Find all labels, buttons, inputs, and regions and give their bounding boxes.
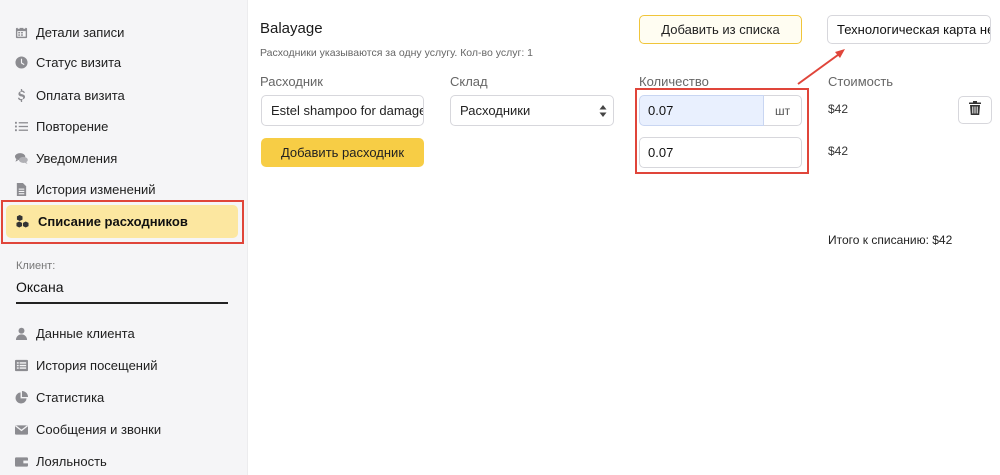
total-quantity-value[interactable] (648, 145, 801, 160)
add-from-list-button[interactable]: Добавить из списка (639, 15, 802, 44)
column-header-cost: Стоимость (828, 74, 894, 89)
document-icon (14, 182, 28, 196)
column-header-consumable: Расходник (260, 74, 323, 89)
sidebar-item-label: История посещений (36, 357, 158, 373)
column-header-warehouse: Склад (450, 74, 488, 89)
add-consumable-button[interactable]: Добавить расходник (261, 138, 424, 167)
select-arrows-icon (599, 104, 607, 118)
service-subtitle: Расходники указываются за одну услугу. К… (260, 47, 534, 59)
sidebar-item-label: Данные клиента (36, 325, 135, 341)
envelope-icon (14, 422, 28, 436)
sidebar-item-label: Повторение (36, 118, 109, 134)
row-cost: $42 (828, 102, 849, 116)
client-label: Клиент: (16, 260, 56, 272)
calendar-icon (14, 25, 28, 39)
sidebar-item-label: Детали записи (36, 24, 125, 40)
quantity-input-value[interactable] (648, 103, 763, 118)
sidebar-item-loyalty[interactable]: Лояльность (14, 451, 107, 471)
warehouse-select-value: Расходники (460, 103, 531, 118)
sidebar-item-writeoff-consumables[interactable]: Списание расходников (6, 205, 238, 238)
list-icon (14, 119, 28, 133)
dollar-icon (14, 88, 28, 102)
sidebar-item-statistics[interactable]: Статистика (14, 387, 104, 407)
sidebar-item-visit-status[interactable]: Статус визита (14, 52, 121, 72)
warehouse-select[interactable]: Расходники (450, 95, 614, 126)
consumable-input[interactable] (261, 95, 424, 126)
trash-icon (969, 100, 981, 120)
clock-icon (14, 55, 28, 69)
sidebar-item-change-history[interactable]: История изменений (14, 179, 156, 199)
comments-icon (14, 151, 28, 165)
total-cost: $42 (828, 144, 849, 158)
service-title: Balayage (260, 20, 323, 37)
sidebar-item-visit-payment[interactable]: Оплата визита (14, 85, 125, 105)
total-writeoff: Итого к списанию: $42 (828, 233, 953, 247)
quantity-unit: шт (764, 95, 802, 126)
sidebar-item-label: Статистика (36, 389, 105, 405)
list-alt-icon (14, 358, 28, 372)
sidebar-item-label: Лояльность (36, 453, 107, 469)
sidebar: Детали записи Статус визита Оплата визит… (0, 0, 248, 475)
wallet-icon (14, 454, 28, 468)
sidebar-item-client-data[interactable]: Данные клиента (14, 323, 135, 343)
consumable-input-value[interactable] (271, 103, 423, 118)
sidebar-item-label: Списание расходников (38, 214, 188, 229)
tech-card-select[interactable]: Технологическая карта не (827, 15, 991, 44)
sidebar-item-visit-history[interactable]: История посещений (14, 355, 158, 375)
quantity-input[interactable] (639, 95, 764, 126)
sidebar-item-messages-calls[interactable]: Сообщения и звонки (14, 419, 161, 439)
sidebar-item-label: История изменений (36, 181, 156, 197)
page: Детали записи Статус визита Оплата визит… (0, 0, 1000, 475)
sidebar-item-label: Статус визита (36, 54, 122, 70)
sidebar-item-notifications[interactable]: Уведомления (14, 148, 117, 168)
pie-chart-icon (14, 390, 28, 404)
sidebar-item-label: Оплата визита (36, 87, 125, 103)
client-underline (16, 302, 228, 304)
sidebar-item-record-details[interactable]: Детали записи (14, 22, 124, 42)
user-icon (14, 326, 28, 340)
sidebar-item-label: Уведомления (36, 150, 118, 166)
delete-row-button[interactable] (958, 96, 992, 124)
cubes-icon (16, 215, 30, 229)
sidebar-item-label: Сообщения и звонки (36, 421, 162, 437)
total-quantity-input[interactable] (639, 137, 802, 168)
client-name[interactable]: Оксана (16, 279, 63, 295)
sidebar-item-repeat[interactable]: Повторение (14, 116, 108, 136)
column-header-quantity: Количество (639, 74, 709, 89)
